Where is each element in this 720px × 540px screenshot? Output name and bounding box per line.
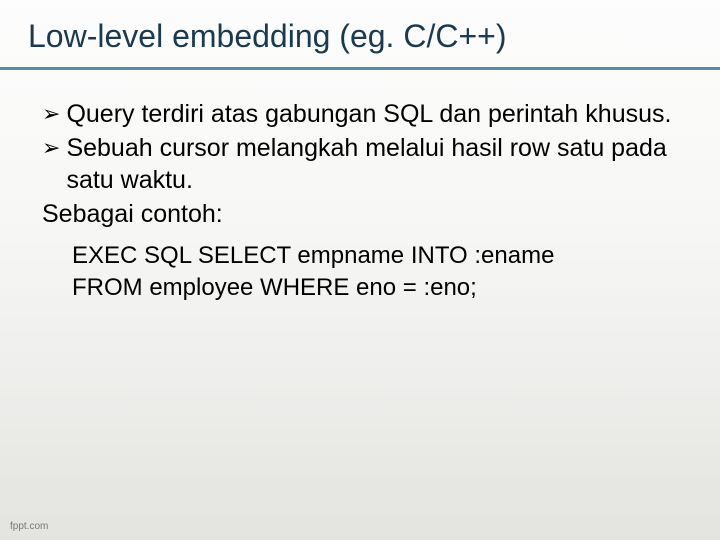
bullet-item: ➢ Sebuah cursor melangkah melalui hasil … — [42, 132, 678, 196]
slide-title: Low-level embedding (eg. C/C++) — [28, 18, 692, 55]
footer-text: fppt.com — [10, 521, 48, 532]
arrow-icon: ➢ — [42, 134, 60, 162]
code-line: FROM employee WHERE eno = :eno; — [72, 272, 678, 304]
code-line: EXEC SQL SELECT empname INTO :ename — [72, 240, 678, 272]
code-block: EXEC SQL SELECT empname INTO :ename FROM… — [72, 240, 678, 303]
arrow-icon: ➢ — [42, 100, 60, 128]
bullet-item: ➢ Query terdiri atas gabungan SQL dan pe… — [42, 98, 678, 130]
example-label: Sebagai contoh: — [42, 198, 678, 230]
bullet-text: Query terdiri atas gabungan SQL dan peri… — [66, 98, 678, 130]
title-area: Low-level embedding (eg. C/C++) — [0, 0, 720, 63]
content-area: ➢ Query terdiri atas gabungan SQL dan pe… — [0, 70, 720, 303]
bullet-text: Sebuah cursor melangkah melalui hasil ro… — [66, 132, 678, 196]
